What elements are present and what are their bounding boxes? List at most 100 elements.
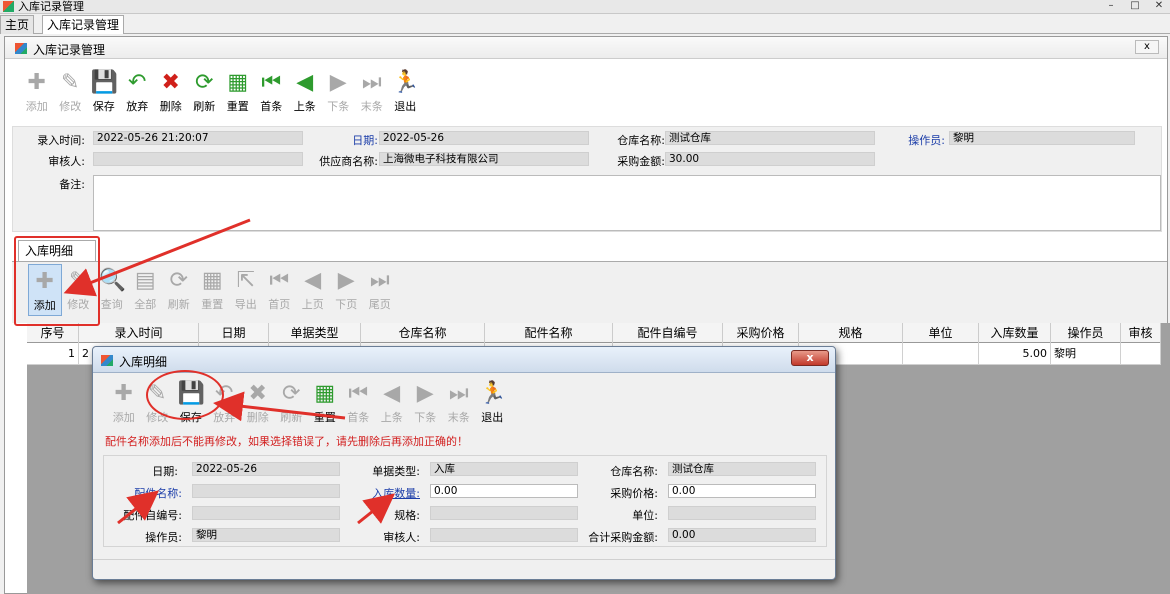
toolbar-button-exit[interactable]: 🏃 退出 [476,377,510,429]
toolbar-button-next[interactable]: ▶ 下条 [322,66,356,118]
toolbar-button-label: 首条 [260,100,283,113]
dialog-titlebar: 入库明细 x [93,347,835,373]
search-icon: 🔍 [98,268,127,293]
d-date-field[interactable]: 2022-05-26 [192,462,340,476]
column-header[interactable]: 单据类型 [269,323,361,343]
column-header[interactable]: 操作员 [1051,323,1121,343]
toolbar-button-all[interactable]: ▤ 全部 [129,264,163,316]
date-field[interactable]: 2022-05-26 [379,131,589,145]
toolbar-button-label: 放弃 [126,100,149,113]
toolbar-button-first[interactable]: ⏮ 首条 [342,377,376,429]
d-part-name-label[interactable]: 配件名称: [108,485,182,501]
toolbar-button-label: 添加 [112,411,135,424]
d-operator-field[interactable]: 黎明 [192,528,340,542]
d-price-field[interactable]: 0.00 [668,484,816,498]
toolbar-button-label: 重置 [313,411,336,424]
toolbar-button-delete[interactable]: ✖ 删除 [154,66,188,118]
tab-home[interactable]: 主页 [0,15,35,34]
column-header[interactable]: 配件自编号 [613,323,723,343]
refresh-icon: ⟳ [195,70,214,95]
maximize-icon[interactable]: □ [1124,0,1146,13]
toolbar-button-last[interactable]: ⏭ 尾页 [363,264,397,316]
supplier-label: 供应商名称: [319,155,378,168]
toolbar-button-label: 末条 [360,100,383,113]
toolbar-button-delete[interactable]: ✖ 删除 [241,377,275,429]
next-icon: ▶ [337,268,355,293]
toolbar-button-export[interactable]: ⇱ 导出 [229,264,263,316]
purchase-amount-label: 采购金额: [617,155,665,168]
d-qty-field[interactable]: 0.00 [430,484,578,498]
toolbar-button-exit[interactable]: 🏃 退出 [389,66,423,118]
toolbar-button-plus[interactable]: ✚ 添加 [20,66,54,118]
column-header[interactable]: 日期 [199,323,269,343]
toolbar-button-refresh[interactable]: ⟳ 刷新 [162,264,196,316]
toolbar-button-first[interactable]: ⏮ 首页 [263,264,297,316]
toolbar-button-next[interactable]: ▶ 下条 [409,377,443,429]
toolbar-button-prev[interactable]: ◀ 上条 [375,377,409,429]
next-icon: ▶ [416,381,434,406]
d-doc-type-field[interactable]: 入库 [430,462,578,476]
toolbar-button-prev[interactable]: ◀ 上条 [288,66,322,118]
tab-inbound-records[interactable]: 入库记录管理 [42,15,125,34]
d-part-code-field[interactable] [192,506,340,520]
remark-textarea[interactable] [93,175,1161,231]
inner-close-button[interactable]: x [1135,40,1159,54]
undo-icon: ↶ [128,70,147,95]
dialog-form: 日期: 2022-05-26 单据类型: 入库 仓库名称: 测试仓库 配件名称:… [103,455,827,547]
toolbar-button-refresh[interactable]: ⟳ 刷新 [275,377,309,429]
toolbar-button-next[interactable]: ▶ 下页 [330,264,364,316]
dialog-title: 入库明细 [119,355,168,369]
toolbar-button-prev[interactable]: ◀ 上页 [296,264,330,316]
toolbar-button-last[interactable]: ⏭ 末条 [355,66,389,118]
auditor-field[interactable] [93,152,303,166]
column-header[interactable]: 仓库名称 [361,323,485,343]
toolbar-button-label: 首条 [347,411,370,424]
supplier-field[interactable]: 上海微电子科技有限公司 [379,152,589,166]
column-header[interactable]: 入库数量 [979,323,1051,343]
all-icon: ▤ [134,268,156,293]
warehouse-field[interactable]: 测试仓库 [665,131,875,145]
prev-icon: ◀ [304,268,322,293]
d-auditor-field[interactable] [430,528,578,542]
column-header[interactable]: 录入时间 [79,323,199,343]
toolbar-button-reset[interactable]: ▦ 重置 [221,66,255,118]
toolbar-button-save[interactable]: 💾 保存 [87,66,121,118]
toolbar-button-refresh[interactable]: ⟳ 刷新 [188,66,222,118]
toolbar-button-label: 下条 [327,100,350,113]
entry-time-field[interactable]: 2022-05-26 21:20:07 [93,131,303,145]
dialog-close-button[interactable]: x [791,350,829,366]
column-header[interactable]: 采购价格 [723,323,799,343]
d-part-name-field[interactable] [192,484,340,498]
toolbar-button-label: 全部 [134,298,157,311]
minimize-icon[interactable]: – [1100,0,1122,13]
close-icon[interactable]: ✕ [1148,0,1170,13]
toolbar-button-label: 重置 [201,298,224,311]
d-qty-label[interactable]: 入库数量: [344,485,420,501]
table-cell [1121,343,1161,365]
toolbar-button-label: 下条 [414,411,437,424]
column-header[interactable]: 单位 [903,323,979,343]
reset-icon: ▦ [314,381,336,406]
toolbar-button-reset[interactable]: ▦ 重置 [308,377,342,429]
toolbar-button-search[interactable]: 🔍 查询 [95,264,129,316]
remark-label: 备注: [59,178,85,191]
toolbar-button-undo[interactable]: ↶ 放弃 [121,66,155,118]
toolbar-button-reset[interactable]: ▦ 重置 [196,264,230,316]
toolbar-button-label: 添加 [25,100,48,113]
column-header[interactable]: 序号 [27,323,79,343]
operator-field[interactable]: 黎明 [949,131,1135,145]
prev-icon: ◀ [296,70,314,95]
d-warehouse-field[interactable]: 测试仓库 [668,462,816,476]
d-unit-field[interactable] [668,506,816,520]
d-spec-field[interactable] [430,506,578,520]
column-header[interactable]: 规格 [799,323,903,343]
toolbar-button-last[interactable]: ⏭ 末条 [442,377,476,429]
column-header[interactable]: 审核 [1121,323,1161,343]
toolbar-button-first[interactable]: ⏮ 首条 [255,66,289,118]
purchase-amount-field[interactable]: 30.00 [665,152,875,166]
d-total-field[interactable]: 0.00 [668,528,816,542]
toolbar-button-edit[interactable]: ✎ 修改 [54,66,88,118]
toolbar-button-plus[interactable]: ✚ 添加 [107,377,141,429]
column-header[interactable]: 配件名称 [485,323,613,343]
main-toolbar: ✚ 添加 ✎ 修改 💾 保存 ↶ 放弃 ✖ 删除 ⟳ 刷新 ▦ 重置 ⏮ 首条 ◀ 上条 ▶ 下条 ⏭ 末条 🏃 退出 [20,66,422,118]
